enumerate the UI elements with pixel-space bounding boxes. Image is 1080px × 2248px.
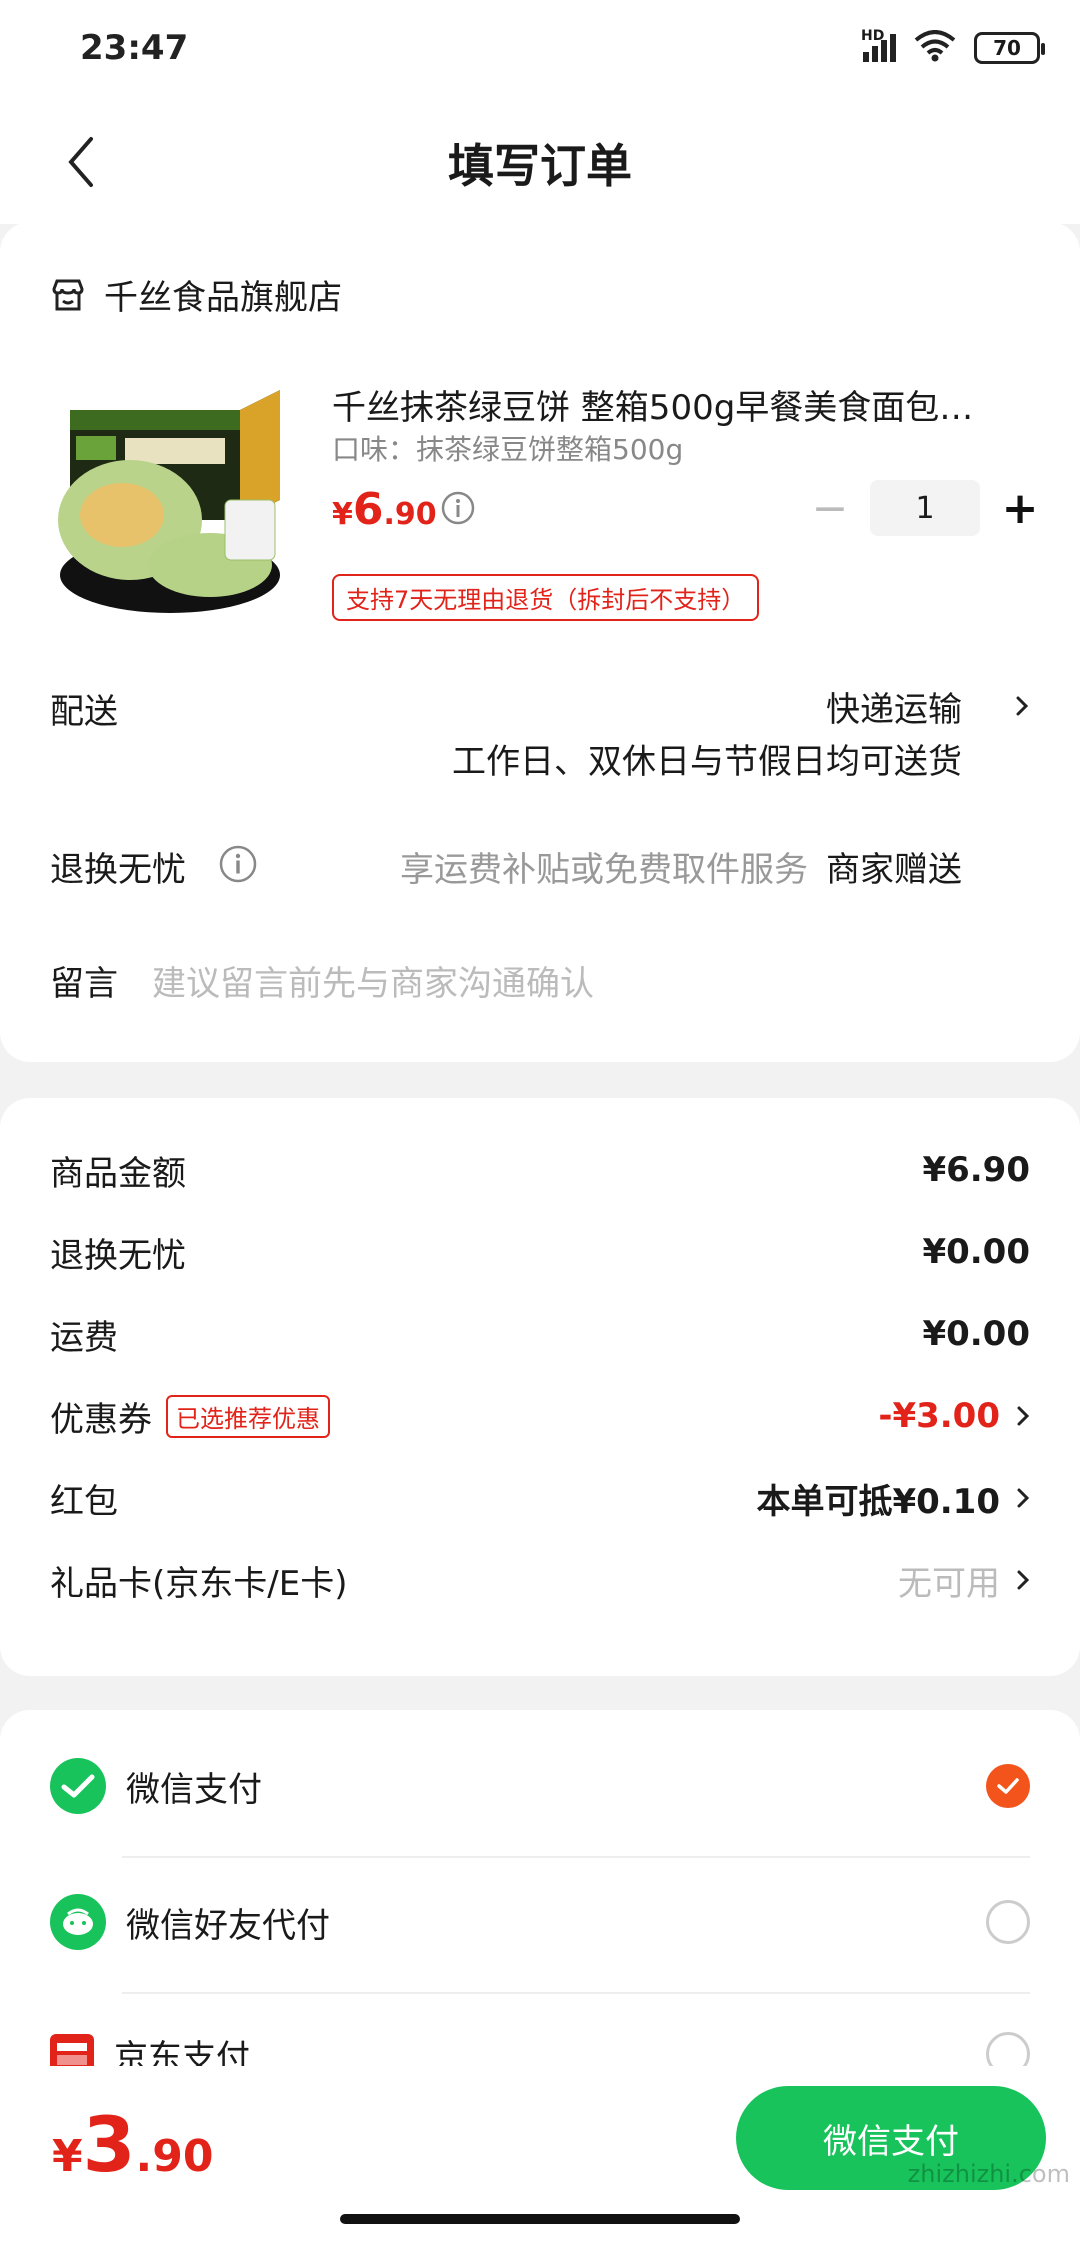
chevron-right-icon	[1017, 1488, 1030, 1508]
battery-icon: 70	[974, 32, 1045, 64]
shipping-label: 运费	[50, 1317, 118, 1358]
product-spec: 口味：抹茶绿豆饼整箱500g	[332, 433, 684, 466]
status-time: 23:47	[80, 28, 189, 68]
redpacket-label: 红包	[50, 1481, 118, 1522]
return-policy-badge: 支持7天无理由退货（拆封后不支持）	[332, 574, 760, 621]
coupon-value: -¥3.00	[878, 1396, 1000, 1436]
goods-amount-row: 商品金额 ¥6.90	[50, 1140, 1030, 1200]
friend-pay-icon	[50, 1894, 106, 1950]
total-currency: ¥	[52, 2131, 83, 2182]
giftcard-value: 无可用	[898, 1563, 1000, 1604]
pay-option-label: 微信好友代付	[126, 1905, 330, 1946]
delivery-value[interactable]: 快递运输 工作日、双休日与节假日均可送货	[452, 684, 962, 788]
coupon-label: 优惠券	[50, 1399, 152, 1440]
chevron-right-icon	[1017, 1406, 1030, 1426]
total-int: 3	[82, 2100, 136, 2189]
shop-icon	[52, 279, 84, 310]
radio-unchecked[interactable]	[986, 1900, 1030, 1944]
status-bar: 23:47 HD 70	[0, 0, 1080, 100]
worry-fee-row: 退换无忧 ¥0.00	[50, 1222, 1030, 1282]
pay-option-friend[interactable]: 微信好友代付	[50, 1882, 1030, 1962]
shipping-value: ¥0.00	[922, 1314, 1030, 1354]
message-label: 留言	[50, 964, 118, 1004]
status-icons: HD 70	[861, 28, 1045, 66]
page-title: 填写订单	[448, 139, 632, 193]
quantity-field[interactable]: 1	[870, 480, 980, 536]
delivery-label: 配送	[50, 692, 118, 732]
chevron-right-icon	[1014, 692, 1030, 724]
coupon-row[interactable]: 优惠券 已选推荐优惠 -¥3.00	[50, 1386, 1030, 1446]
redpacket-row[interactable]: 红包 本单可抵¥0.10	[50, 1468, 1030, 1528]
info-icon[interactable]	[218, 844, 258, 888]
radio-checked[interactable]	[986, 1764, 1030, 1808]
price-int: 6	[352, 484, 384, 535]
redpacket-value: 本单可抵¥0.10	[756, 1481, 1000, 1522]
total-price: ¥3.90	[52, 2100, 213, 2189]
increase-button[interactable]: +	[990, 480, 1050, 536]
worry-fee-value: ¥0.00	[922, 1232, 1030, 1272]
delivery-note: 工作日、双休日与节假日均可送货	[452, 742, 962, 782]
shop-name: 千丝食品旗舰店	[104, 278, 342, 318]
wechat-pay-icon	[50, 1758, 106, 1814]
delivery-method: 快递运输	[826, 690, 962, 730]
divider	[122, 1992, 1030, 1994]
worry-free-label: 退换无忧	[50, 850, 186, 890]
network-label: HD	[861, 28, 885, 44]
signal-icon: HD	[861, 28, 896, 62]
nav-bar: 填写订单	[0, 100, 1080, 224]
coupon-badge: 已选推荐优惠	[166, 1394, 330, 1438]
pay-option-wechat[interactable]: 微信支付	[50, 1746, 1030, 1826]
price-dec: .90	[383, 497, 437, 532]
product-price: ¥6.90	[332, 484, 437, 535]
product-title[interactable]: 千丝抹茶绿豆饼 整箱500g早餐美食面包…	[332, 380, 1012, 429]
quantity-stepper: − 1 +	[800, 480, 1050, 536]
giftcard-label: 礼品卡(京东卡/E卡)	[50, 1563, 348, 1604]
worry-free-value: 享运费补贴或免费取件服务 商家赠送	[400, 842, 962, 891]
order-card: 千丝食品旗舰店 千丝抹茶绿豆饼 整箱500g早餐美食面包… 口味：抹茶绿豆饼整箱…	[0, 222, 1080, 1062]
product-image[interactable]	[50, 370, 300, 620]
summary-card: 商品金额 ¥6.90 退换无忧 ¥0.00 运费 ¥0.00 优惠券 已选推荐优惠…	[0, 1098, 1080, 1676]
shipping-row: 运费 ¥0.00	[50, 1304, 1030, 1364]
home-indicator[interactable]	[340, 2214, 740, 2224]
info-icon[interactable]	[440, 490, 476, 530]
watermark: zhizhizhi.com	[907, 2160, 1070, 2188]
divider	[122, 1856, 1030, 1858]
chevron-right-icon	[1017, 1570, 1030, 1590]
worry-fee-label: 退换无忧	[50, 1235, 186, 1276]
total-dec: .90	[135, 2131, 214, 2182]
price-currency: ¥	[332, 497, 353, 532]
decrease-button[interactable]: −	[800, 480, 860, 536]
message-input[interactable]: 建议留言前先与商家沟通确认	[152, 956, 594, 1005]
goods-amount-label: 商品金额	[50, 1153, 186, 1194]
giftcard-row[interactable]: 礼品卡(京东卡/E卡) 无可用	[50, 1550, 1030, 1610]
goods-amount-value: ¥6.90	[922, 1150, 1030, 1190]
wifi-icon	[914, 30, 956, 66]
shop-row[interactable]: 千丝食品旗舰店	[50, 270, 342, 319]
worry-free-desc: 享运费补贴或免费取件服务	[400, 850, 808, 890]
worry-free-status: 商家赠送	[826, 850, 962, 890]
pay-option-label: 微信支付	[126, 1769, 262, 1810]
